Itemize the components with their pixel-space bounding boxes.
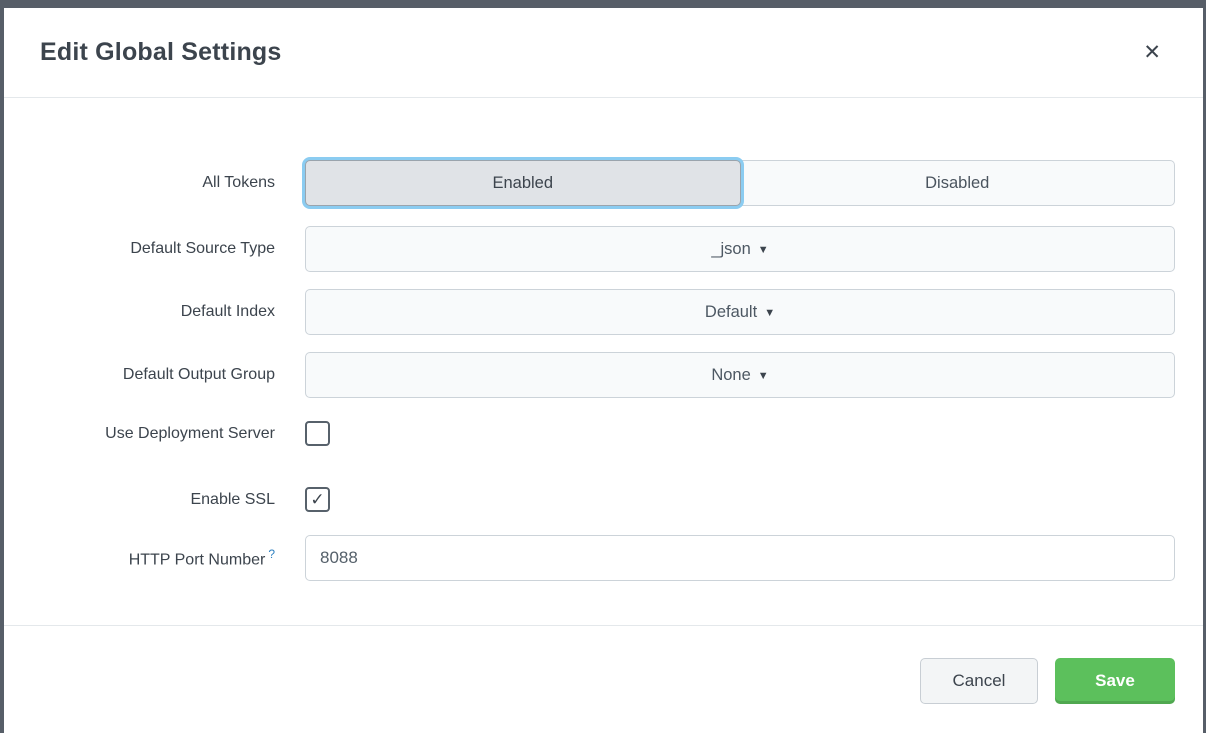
dialog-footer: Cancel Save [4,625,1203,704]
all-tokens-label: All Tokens [4,173,305,192]
enable-ssl-label: Enable SSL [4,490,305,509]
settings-form: All Tokens Enabled Disabled Default Sour… [4,98,1203,581]
dialog-header: Edit Global Settings ✕ [4,8,1203,98]
edit-global-settings-dialog: Edit Global Settings ✕ All Tokens Enable… [4,8,1203,733]
close-icon[interactable]: ✕ [1143,42,1161,63]
default-index-row: Default Index Default ▼ [4,289,1175,335]
all-tokens-disabled-button[interactable]: Disabled [741,160,1176,206]
default-index-value: Default [705,303,757,322]
default-output-group-value: None [711,366,750,385]
cancel-button[interactable]: Cancel [920,658,1038,704]
http-port-label: HTTP Port Number? [4,547,305,570]
default-source-type-value: _json [711,240,750,259]
all-tokens-toggle: Enabled Disabled [305,160,1175,206]
default-output-group-label: Default Output Group [4,365,305,384]
default-output-group-dropdown[interactable]: None ▼ [305,352,1175,398]
use-deployment-server-label: Use Deployment Server [4,424,305,443]
help-icon[interactable]: ? [268,547,275,561]
default-source-type-dropdown[interactable]: _json ▼ [305,226,1175,272]
default-output-group-row: Default Output Group None ▼ [4,352,1175,398]
default-source-type-row: Default Source Type _json ▼ [4,226,1175,272]
http-port-row: HTTP Port Number? [4,535,1175,581]
dialog-title: Edit Global Settings [40,38,282,67]
http-port-input[interactable] [305,535,1175,581]
chevron-down-icon: ▼ [758,368,769,382]
chevron-down-icon: ▼ [764,305,775,319]
enable-ssl-row: Enable SSL ✓ [4,487,1175,512]
enable-ssl-checkbox[interactable]: ✓ [305,487,330,512]
default-source-type-label: Default Source Type [4,239,305,258]
default-index-dropdown[interactable]: Default ▼ [305,289,1175,335]
default-index-label: Default Index [4,302,305,321]
all-tokens-row: All Tokens Enabled Disabled [4,160,1175,206]
use-deployment-server-checkbox[interactable] [305,421,330,446]
chevron-down-icon: ▼ [758,242,769,256]
all-tokens-enabled-button[interactable]: Enabled [305,160,741,206]
save-button[interactable]: Save [1055,658,1175,704]
checkmark-icon: ✓ [310,491,324,508]
use-deployment-server-row: Use Deployment Server [4,421,1175,446]
